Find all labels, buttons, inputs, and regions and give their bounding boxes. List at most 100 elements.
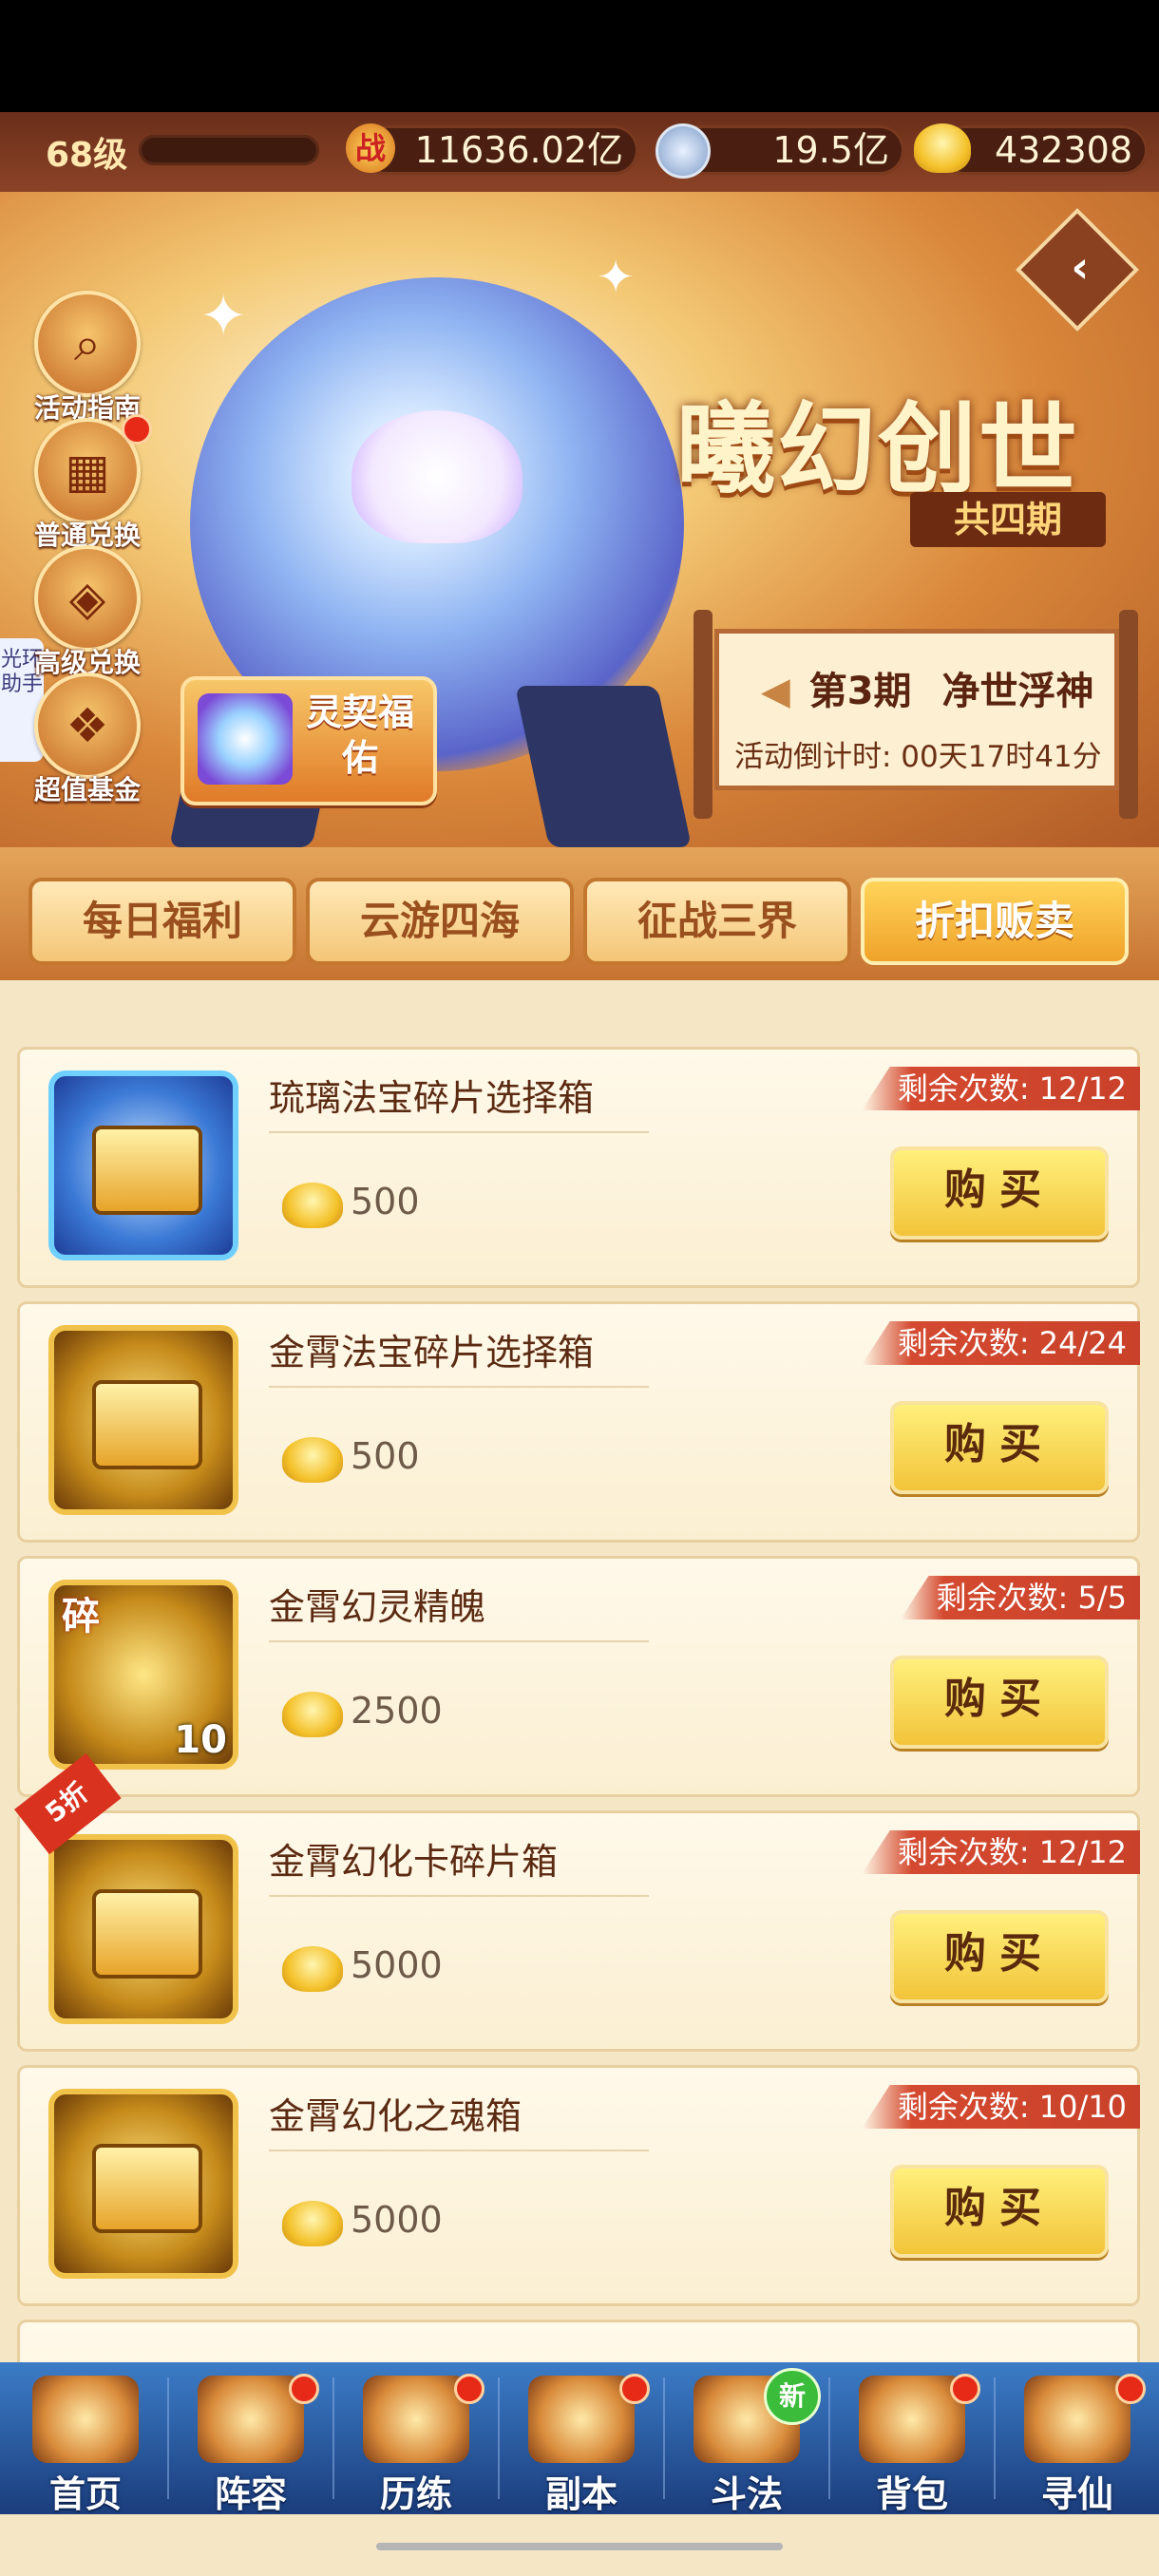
remaining-count: 剩余次数: 12/12 xyxy=(861,1830,1140,1874)
period-label: 第3期 xyxy=(808,670,912,713)
magnifier-icon: ⌕ xyxy=(34,291,141,397)
buy-button[interactable]: 购买 xyxy=(890,1146,1109,1240)
item-name: 金霄幻化卡碎片箱 xyxy=(269,1841,559,1883)
nav-label: 阵容 xyxy=(214,2473,287,2515)
divider xyxy=(269,1131,649,1133)
list-item: 碎 10 金霄幻灵精魄 2500 剩余次数: 5/5 购买 xyxy=(17,1556,1140,1797)
period-signboard: ◀ 第3期 净世浮神 活动倒计时: 00天17时41分 xyxy=(694,610,1138,819)
power-display: 11636.02亿 xyxy=(361,125,638,175)
divider xyxy=(269,1386,649,1388)
chest-icon xyxy=(92,2144,202,2233)
sparkle-icon: ✦ xyxy=(200,283,248,350)
notification-dot xyxy=(619,2374,650,2404)
buy-button[interactable]: 购买 xyxy=(890,2165,1109,2258)
pedestal-right-art xyxy=(514,686,693,847)
list-item: 琉璃法宝碎片选择箱 500 剩余次数: 12/12 购买 xyxy=(17,1047,1140,1288)
nav-bag[interactable]: 背包 xyxy=(830,2362,994,2515)
remaining-count: 剩余次数: 10/10 xyxy=(861,2085,1140,2129)
crystal-gem-icon xyxy=(198,693,293,785)
sign-board: ◀ 第3期 净世浮神 活动倒计时: 00天17时41分 xyxy=(714,629,1119,790)
list-item: 金霄法宝碎片选择箱 500 剩余次数: 24/24 购买 xyxy=(17,1301,1140,1543)
gold-display: 432308 xyxy=(940,125,1148,175)
tab-conquer-realms[interactable]: 征战三界 xyxy=(583,878,851,965)
buy-button[interactable]: 购买 xyxy=(890,1401,1109,1494)
period-count: 共四期 xyxy=(910,492,1106,547)
remaining-count: 剩余次数: 12/12 xyxy=(861,1067,1140,1110)
nav-seek-immortal[interactable]: 寻仙 xyxy=(996,2362,1159,2515)
fragment-tag: 碎 xyxy=(62,1595,100,1638)
transform-card-box-icon[interactable] xyxy=(48,1834,238,2024)
period-name: 净世浮神 xyxy=(941,670,1094,713)
spirit-essence-icon[interactable]: 碎 10 xyxy=(48,1580,238,1770)
sign-post xyxy=(1119,610,1138,819)
gold-treasure-box-icon[interactable] xyxy=(48,1325,238,1515)
home-icon xyxy=(32,2376,139,2463)
gold-ingot-icon xyxy=(282,2201,343,2246)
gold-ingot-icon xyxy=(282,1183,343,1228)
nav-training[interactable]: 历练 xyxy=(334,2362,498,2515)
nav-battle[interactable]: 新 斗法 xyxy=(665,2362,828,2515)
chevron-left-icon: ‹ xyxy=(1071,241,1090,294)
combat-power-icon: 战 xyxy=(346,123,395,173)
nav-lineup[interactable]: 阵容 xyxy=(169,2362,332,2515)
chest-icon xyxy=(92,1126,202,1215)
remaining-count: 剩余次数: 5/5 xyxy=(900,1576,1140,1619)
home-indicator-area xyxy=(0,2514,1159,2576)
value-fund-button[interactable]: ❖ 超值基金 xyxy=(34,672,141,807)
resource-bar: 68级 11636.02亿 战 19.5亿 432308 xyxy=(0,112,1159,192)
sign-post xyxy=(694,610,712,819)
nav-label: 首页 xyxy=(48,2473,122,2515)
triangle-left-icon: ◀ xyxy=(761,670,790,713)
lingqi-label: 灵契福佑 xyxy=(305,691,414,779)
tab-discount-sale[interactable]: 折扣贩卖 xyxy=(861,878,1129,965)
back-button[interactable]: ‹ xyxy=(1015,207,1140,332)
sparkle-icon: ✦ xyxy=(597,251,636,304)
buy-button[interactable]: 购买 xyxy=(890,1910,1109,2003)
event-title: 曦幻创世 xyxy=(676,390,1080,507)
soul-box-icon[interactable] xyxy=(48,2089,238,2279)
nav-home[interactable]: 首页 xyxy=(4,2362,167,2515)
buy-button[interactable]: 购买 xyxy=(890,1656,1109,1749)
gold-ingot-icon xyxy=(282,1692,343,1737)
new-badge: 新 xyxy=(764,2368,821,2425)
list-item: 5折 金霄幻化卡碎片箱 5000 剩余次数: 12/12 购买 xyxy=(14,1752,1140,2052)
chest-icon xyxy=(92,1380,202,1469)
notification-dot xyxy=(950,2374,980,2404)
advanced-exchange-button[interactable]: ◈ 高级兑换 xyxy=(34,545,141,680)
divider xyxy=(269,1895,649,1897)
remaining-count: 剩余次数: 24/24 xyxy=(861,1321,1140,1365)
gold-ingot-icon xyxy=(282,1946,343,1992)
player-level: 68级 xyxy=(46,136,128,175)
item-price: 500 xyxy=(351,1435,420,1477)
item-count: 10 xyxy=(174,1718,227,1762)
countdown-text: 活动倒计时: 00天17时41分 xyxy=(734,740,1102,774)
item-price: 2500 xyxy=(351,1690,443,1732)
item-name: 金霄幻灵精魄 xyxy=(269,1586,486,1628)
item-name: 琉璃法宝碎片选择箱 xyxy=(269,1077,595,1119)
tab-daily-welfare[interactable]: 每日福利 xyxy=(28,878,296,965)
activity-guide-button[interactable]: ⌕ 活动指南 xyxy=(34,291,141,426)
notification-dot xyxy=(122,414,152,445)
item-price: 500 xyxy=(351,1181,420,1222)
item-list[interactable]: 琉璃法宝碎片选择箱 500 剩余次数: 12/12 购买 金霄法宝碎片选择箱 5… xyxy=(0,980,1159,2362)
nav-label: 背包 xyxy=(875,2473,948,2515)
exp-bar xyxy=(139,135,319,165)
period-title: ◀ 第3期 净世浮神 xyxy=(761,660,1093,715)
nav-label: 副本 xyxy=(544,2473,618,2515)
gold-ingot-icon xyxy=(914,123,971,173)
tab-cloud-travel[interactable]: 云游四海 xyxy=(306,878,574,965)
event-banner: ✦ ✦ 曦幻创世 共四期 ‹ 光环助手 ⌕ 活动指南 ▦ 普通兑换 ◈ 高级兑换… xyxy=(0,192,1159,847)
notification-dot xyxy=(289,2374,319,2404)
nav-dungeon[interactable]: 副本 xyxy=(500,2362,663,2515)
silver-coin-icon xyxy=(656,123,711,179)
divider xyxy=(269,1640,649,1642)
notification-dot xyxy=(1115,2374,1146,2404)
item-name: 金霄法宝碎片选择箱 xyxy=(269,1332,595,1373)
home-indicator[interactable] xyxy=(376,2543,783,2550)
divider xyxy=(269,2150,649,2151)
side-button-label: 超值基金 xyxy=(34,774,142,805)
glass-treasure-box-icon[interactable] xyxy=(48,1070,238,1260)
item-price: 5000 xyxy=(351,2199,443,2241)
lingqi-blessing-button[interactable]: 灵契福佑 xyxy=(180,676,437,805)
tab-bar: 每日福利 云游四海 征战三界 折扣贩卖 xyxy=(0,847,1159,980)
